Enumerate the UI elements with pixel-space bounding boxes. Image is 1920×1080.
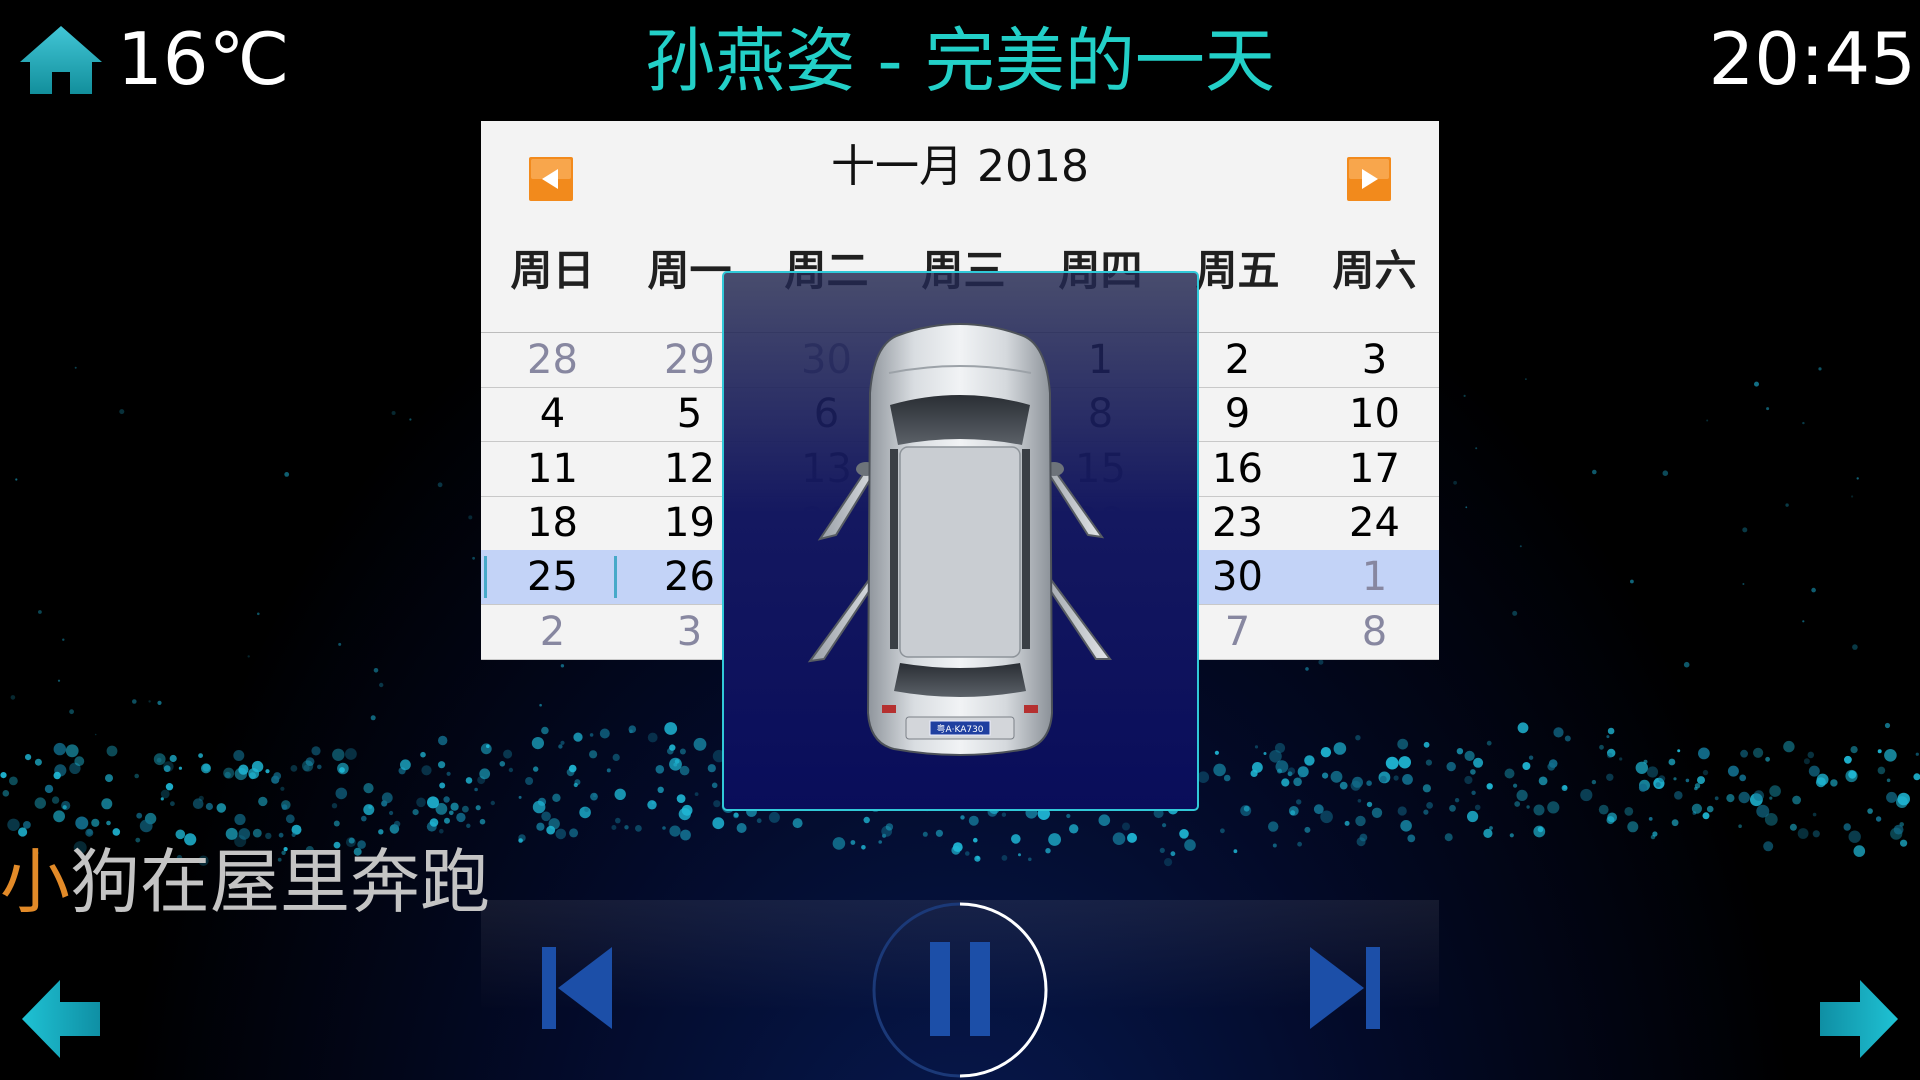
calendar-day-cell[interactable]: 25 <box>484 550 621 604</box>
selection-marker <box>614 556 617 599</box>
selection-marker <box>484 556 487 599</box>
lyric-remaining-part: 狗在屋里奔跑 <box>70 841 490 923</box>
car-top-view-icon: 粤A·KA730 <box>807 323 1112 756</box>
back-arrow-button[interactable] <box>22 980 100 1058</box>
calendar-day-cell[interactable]: 1 <box>1306 550 1443 604</box>
temperature-readout: 16℃ <box>117 17 290 101</box>
calendar-day-cell[interactable]: 18 <box>484 496 621 550</box>
license-plate-text: 粤A·KA730 <box>936 723 983 735</box>
previous-track-button[interactable] <box>542 945 612 1031</box>
pause-button[interactable] <box>870 900 1050 1080</box>
lyric-highlighted-part: 小 <box>0 841 70 923</box>
calendar-weekday-label: 周日 <box>510 246 595 295</box>
home-icon[interactable] <box>18 24 104 96</box>
forward-arrow-button[interactable] <box>1820 980 1898 1058</box>
calendar-next-month-button[interactable] <box>1347 157 1391 201</box>
calendar-day-cell[interactable]: 11 <box>484 442 621 496</box>
calendar-weekday-label: 周六 <box>1332 246 1417 295</box>
car-door-status-panel: 粤A·KA730 <box>722 271 1199 811</box>
lyric-line: 小狗在屋里奔跑 <box>0 842 490 922</box>
calendar-month-title: 十一月 2018 <box>831 141 1089 192</box>
screen: 16℃ 孙燕姿 - 完美的一天 20:45 十一月 2018 周日周一周二周三周… <box>0 0 1920 1080</box>
calendar-day-cell[interactable]: 4 <box>484 387 621 441</box>
calendar-day-cell[interactable]: 2 <box>484 605 621 659</box>
calendar-day-cell[interactable]: 3 <box>1306 333 1443 387</box>
calendar-day-cell[interactable]: 24 <box>1306 496 1443 550</box>
calendar-day-cell[interactable]: 8 <box>1306 605 1443 659</box>
calendar-day-cell[interactable]: 17 <box>1306 442 1443 496</box>
song-title: 孙燕姿 - 完美的一天 <box>645 20 1275 102</box>
calendar-day-cell[interactable]: 28 <box>484 333 621 387</box>
calendar-day-cell[interactable]: 10 <box>1306 387 1443 441</box>
next-track-button[interactable] <box>1310 945 1380 1031</box>
clock: 20:45 <box>1708 17 1917 101</box>
